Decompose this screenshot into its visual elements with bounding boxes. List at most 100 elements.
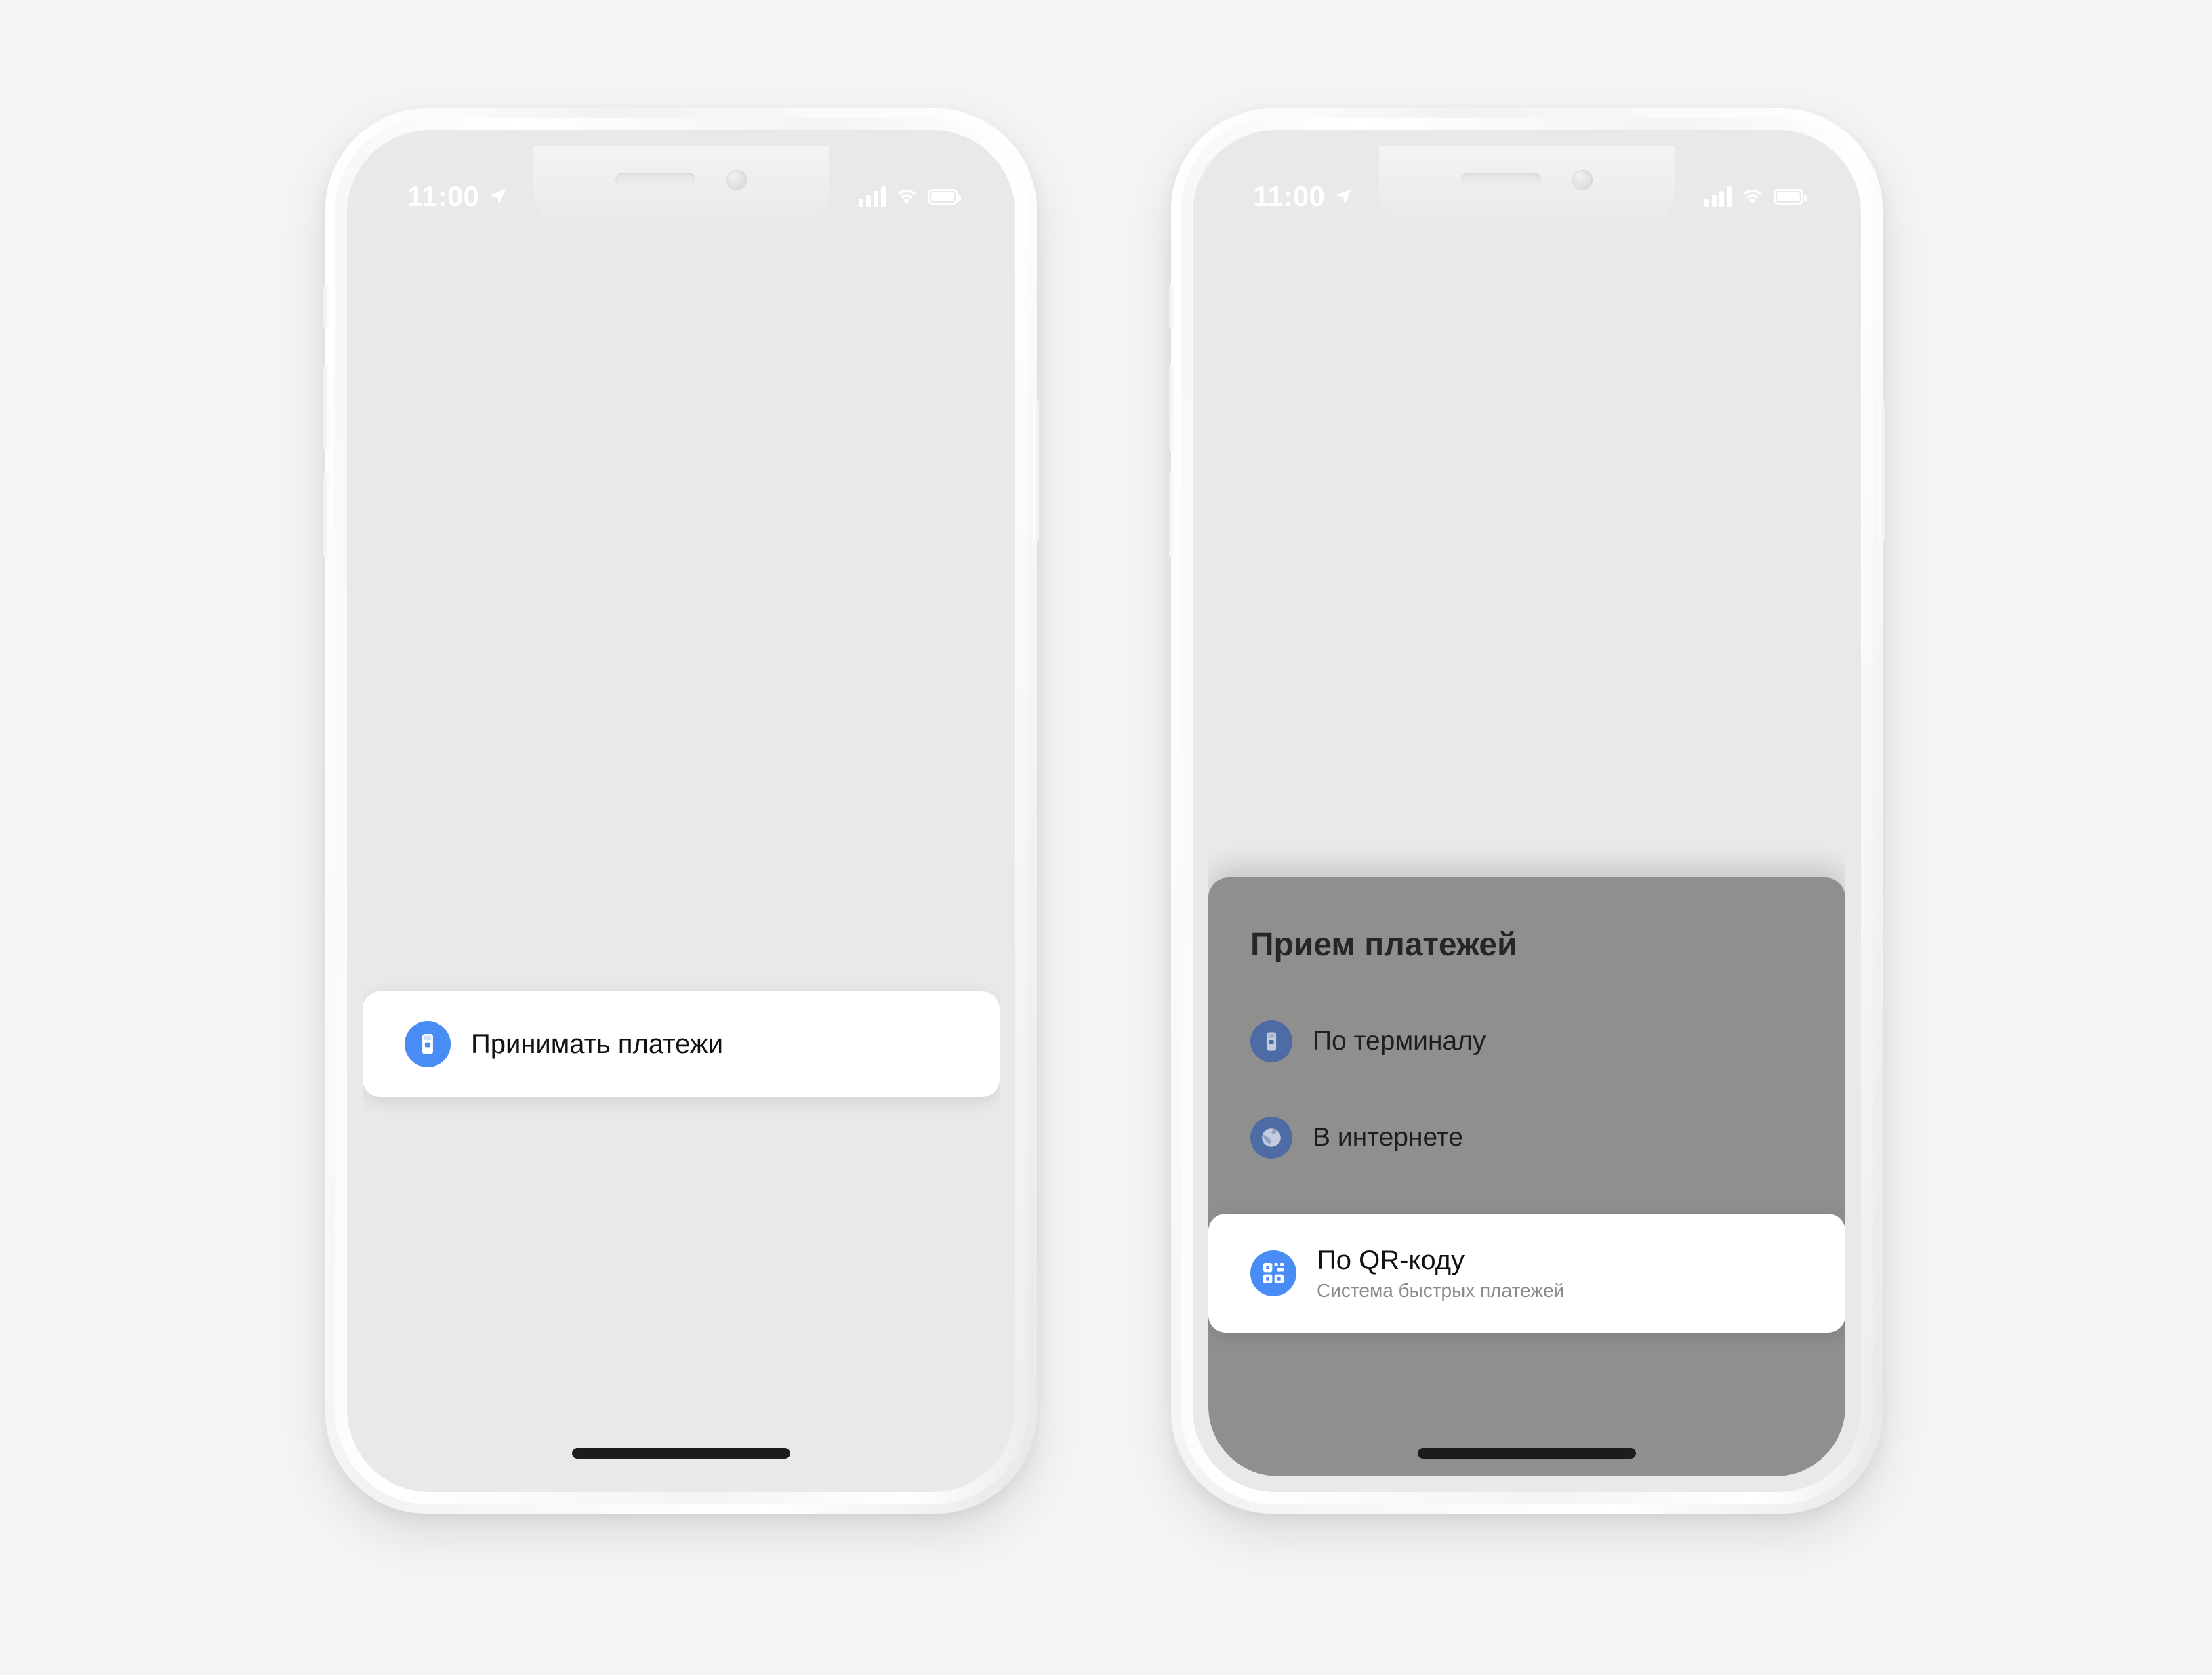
product-cards: Выпустить карту TINKOFF Business Включит… (363, 490, 1000, 723)
account-title-prefix: ИП (1317, 310, 1370, 351)
promo-person-hair (471, 1249, 533, 1289)
cellular-bars-icon (1704, 186, 1732, 207)
card-enable-overdraft[interactable]: Включить овердрафт ₽ (1455, 520, 1637, 723)
account-switcher[interactable]: ИП . › (471, 310, 784, 352)
chevron-right-icon: › (773, 313, 784, 348)
silent-switch[interactable] (323, 285, 329, 329)
promo-tablet (432, 1340, 472, 1397)
location-arrow-icon (1334, 186, 1354, 207)
list-item-credit[interactable]: Взять кредит (363, 860, 1000, 956)
product-cards: Выпустить карту TINKOFF Business Включит… (1208, 490, 1845, 723)
ruble-symbol: ₽ (1493, 665, 1523, 718)
coin-icon (1471, 651, 1573, 723)
bank-card-visual: TINKOFF Business (1267, 665, 1432, 723)
payment-methods-list: По терминалу В интернете (1208, 964, 1845, 1186)
chevron-right-icon: › (1619, 313, 1630, 348)
volume-up-button[interactable] (323, 365, 329, 451)
promo-caption: Налоговый учет (405, 1413, 566, 1438)
phone-screen-right: CA ИП . › К вашему счету Выпустить карту… (1208, 146, 1845, 1476)
volume-down-button[interactable] (323, 472, 329, 558)
home-indicator[interactable] (572, 1448, 790, 1459)
redacted-name (533, 315, 699, 346)
list-item-subtitle: Система быстрых платежей (1317, 1279, 1565, 1301)
card-enable-overdraft-label: Включить овердрафт (1474, 538, 1597, 591)
redacted-initial (1553, 315, 1586, 346)
ruble-symbol: ₽ (647, 665, 678, 718)
promo-person-body (441, 1312, 567, 1397)
bank-brand: TINKOFF (437, 692, 518, 711)
card-issue-card[interactable]: Выпустить карту TINKOFF Business (1250, 520, 1432, 723)
section-title-account: К вашему счету (1250, 450, 1519, 489)
list-item-label: Принимать платежи (471, 1029, 724, 1059)
sheet-grabber[interactable] (655, 405, 707, 413)
power-button[interactable] (1879, 400, 1885, 542)
card-issue-card-label: Выпустить карту (1269, 538, 1392, 591)
account-title-suffix: . (1595, 310, 1606, 351)
wifi-icon (895, 188, 918, 205)
bottom-sheet-title: Прием платежей (1250, 927, 1517, 963)
promo-wall (433, 1234, 608, 1361)
account-switcher[interactable]: ИП . › (1317, 310, 1630, 352)
silent-switch[interactable] (1169, 285, 1174, 329)
phone-screen-left: CA ИП . › К вашему счету Выпустить карту… (363, 146, 1000, 1476)
main-sheet: К вашему счету Выпустить карту TINKOFF B… (363, 388, 1000, 1476)
section-title-useful: Пригодится (1250, 789, 1454, 828)
power-button[interactable] (1033, 400, 1039, 542)
wifi-icon (1741, 188, 1764, 205)
card-issue-card-label: Выпустить карту (424, 538, 546, 591)
avatar-initials: CA (1260, 319, 1291, 342)
earpiece-speaker-icon (1461, 173, 1541, 188)
list-item-label: По QR-коду (1317, 1245, 1465, 1275)
card-enable-overdraft-label: Включить овердрафт (628, 538, 752, 591)
app-background: CA ИП . › К вашему счету Выпустить карту… (363, 146, 1000, 1476)
card-issue-card[interactable]: Выпустить карту TINKOFF Business (405, 520, 586, 723)
terminal-icon (405, 1021, 451, 1067)
list-item-qr-code-highlighted[interactable]: По QR-коду Система быстрых платежей (1208, 1214, 1845, 1333)
account-title-prefix: ИП (471, 310, 524, 351)
volume-up-button[interactable] (1169, 365, 1174, 451)
home-indicator[interactable] (1418, 1448, 1636, 1459)
redacted-name (1378, 315, 1544, 346)
useful-list: Взять кредит (363, 829, 1000, 1149)
list-item-label: В интернете (1313, 1123, 1464, 1152)
account-title-suffix: . (750, 310, 760, 351)
phone-mockup-left: CA ИП . › К вашему счету Выпустить карту… (323, 108, 1039, 1514)
bank-brand-sub: Business (1283, 715, 1334, 723)
qr-code-icon (1250, 1250, 1296, 1296)
status-time: 11:00 (407, 180, 480, 212)
redacted-initial (708, 315, 741, 346)
coin-secondary-icon (695, 659, 779, 723)
terminal-icon (1250, 1020, 1292, 1062)
banknote-icon (405, 887, 447, 929)
promo-photo-card[interactable] (405, 1234, 608, 1397)
globe-icon (1250, 1117, 1292, 1159)
bank-brand-sub: Business (437, 715, 488, 723)
volume-down-button[interactable] (1169, 472, 1174, 558)
plus-icon (708, 671, 761, 723)
avatar[interactable]: CA (1250, 306, 1300, 356)
list-item-label: По терминалу (1313, 1027, 1486, 1056)
bottom-sheet-accept-payments: Прием платежей По терминалу В интернете … (1208, 877, 1845, 1476)
promo-person-head (476, 1258, 527, 1321)
notch (533, 146, 829, 230)
promo-floor (405, 1356, 608, 1397)
promo-person-hand (444, 1364, 471, 1392)
cellular-bars-icon (859, 186, 886, 207)
avatar[interactable]: CA (405, 306, 455, 356)
card-enable-overdraft[interactable]: Включить овердрафт ₽ (609, 520, 791, 723)
sheet-grabber[interactable] (1501, 405, 1553, 413)
list-item-terminal[interactable]: По терминалу (1208, 993, 1845, 1090)
section-title-account: К вашему счету (405, 450, 674, 489)
bank-brand: TINKOFF (1283, 692, 1364, 711)
list-item-accept-payments-highlighted[interactable]: Принимать платежи (363, 991, 1000, 1097)
phone-mockup-right: CA ИП . › К вашему счету Выпустить карту… (1169, 108, 1885, 1514)
screenshot-canvas: CA ИП . › К вашему счету Выпустить карту… (0, 0, 2212, 1675)
plus-icon (1554, 671, 1607, 723)
battery-icon (928, 188, 961, 205)
battery-icon (1774, 188, 1807, 205)
front-camera-icon (726, 170, 747, 190)
list-item-internet[interactable]: В интернете (1208, 1090, 1845, 1186)
location-arrow-icon (488, 186, 508, 207)
front-camera-icon (1572, 170, 1593, 190)
section-title-useful: Пригодится (405, 789, 608, 828)
